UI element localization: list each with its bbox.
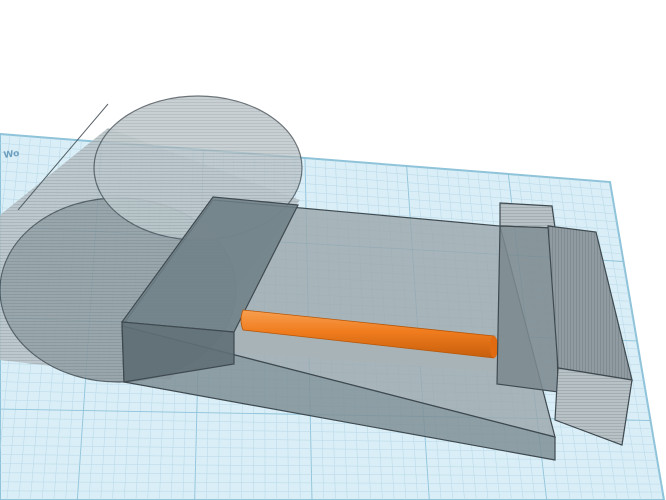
right-post-top [499,202,556,229]
3d-viewport[interactable]: Wo [0,0,666,500]
rod-end-cap [490,336,498,358]
right-post-front [496,225,559,393]
